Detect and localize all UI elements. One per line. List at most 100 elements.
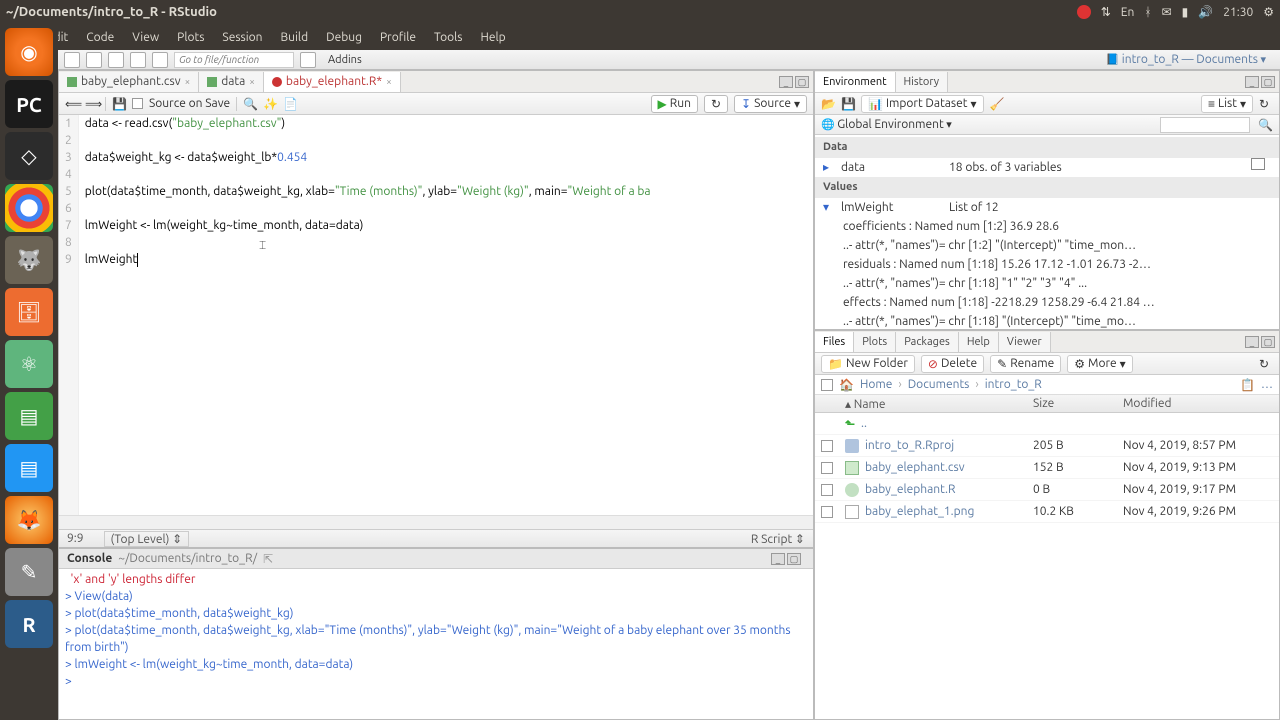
select-all-checkbox[interactable] — [821, 379, 833, 391]
forward-icon[interactable]: ⟹ — [85, 97, 99, 111]
env-content[interactable]: Data▸data18 obs. of 3 variablesValues▾lm… — [815, 135, 1279, 329]
file-up[interactable]: ⬑ .. — [815, 413, 1279, 435]
tab-files[interactable]: Files — [815, 332, 854, 352]
run-button[interactable]: ▶Run — [651, 95, 698, 113]
save-all-button[interactable] — [130, 52, 146, 68]
grid-button[interactable] — [300, 52, 316, 68]
open-file-button[interactable] — [86, 52, 102, 68]
console-popout-icon[interactable]: ⇱ — [263, 552, 273, 566]
refresh-files-icon[interactable]: ↻ — [1259, 357, 1273, 371]
file-checkbox[interactable] — [821, 440, 833, 452]
tab-help[interactable]: Help — [959, 332, 999, 352]
gimp-icon[interactable]: 🐺 — [5, 236, 53, 284]
bluetooth-icon[interactable]: ᚼ — [1144, 6, 1151, 19]
minimize-pane-button[interactable]: _ — [779, 76, 793, 88]
gear-icon[interactable]: ⚙ — [1263, 5, 1274, 19]
more-button[interactable]: ⚙ More ▾ — [1067, 355, 1132, 373]
project-menu[interactable]: 📘 intro_to_R — Documents ▾ — [1106, 53, 1274, 66]
lang-indicator[interactable]: En — [1121, 6, 1135, 19]
rerun-button[interactable]: ↻ — [704, 95, 728, 113]
console-body[interactable]: 'x' and 'y' lengths differ > View(data) … — [59, 569, 813, 719]
tab-environment[interactable]: Environment — [815, 72, 896, 92]
menu-help[interactable]: Help — [480, 31, 505, 44]
back-icon[interactable]: ⟸ — [65, 97, 79, 111]
mail-icon[interactable]: ✉ — [1162, 5, 1172, 19]
scope-selector[interactable]: 🌐 Global Environment ▾ — [821, 118, 952, 131]
maximize-pane-button[interactable]: ▢ — [1261, 76, 1275, 88]
menu-code[interactable]: Code — [86, 31, 114, 44]
save-button[interactable] — [108, 52, 124, 68]
maximize-pane-button[interactable]: ▢ — [795, 76, 809, 88]
firefox-icon[interactable]: 🦊 — [5, 496, 53, 544]
menu-session[interactable]: Session — [222, 31, 262, 44]
close-icon[interactable]: × — [386, 76, 392, 87]
source-on-save-checkbox[interactable] — [132, 98, 143, 109]
writer-icon[interactable]: ▤ — [5, 444, 53, 492]
save-env-icon[interactable]: 💾 — [841, 97, 855, 111]
tab-baby-elephant-csv[interactable]: baby_elephant.csv× — [59, 72, 199, 92]
ubuntu-dash-icon[interactable]: ◉ — [5, 28, 53, 76]
crumb-intro-to-r[interactable]: intro_to_R — [985, 378, 1042, 391]
goto-input[interactable] — [174, 52, 294, 68]
new-file-button[interactable] — [64, 52, 80, 68]
code-editor[interactable]: 123456789 data <- read.csv("baby_elephan… — [59, 115, 813, 515]
inkscape-icon[interactable]: ◇ — [5, 132, 53, 180]
menu-plots[interactable]: Plots — [177, 31, 204, 44]
find-icon[interactable]: 🔍 — [243, 97, 257, 111]
tab-baby-elephant-r[interactable]: baby_elephant.R*× — [264, 72, 401, 92]
gedit-icon[interactable]: ✎ — [5, 548, 53, 596]
file-row[interactable]: baby_elephant.csv152 BNov 4, 2019, 9:13 … — [815, 457, 1279, 479]
crumb-home[interactable]: Home — [860, 378, 892, 391]
atom-icon[interactable]: ⚛ — [5, 340, 53, 388]
file-row[interactable]: intro_to_R.Rproj205 BNov 4, 2019, 8:57 P… — [815, 435, 1279, 457]
compile-icon[interactable]: 📄 — [283, 97, 297, 111]
chrome-icon[interactable] — [5, 184, 53, 232]
tab-history[interactable]: History — [896, 72, 949, 92]
battery-icon[interactable]: ▮ — [1182, 5, 1189, 19]
file-row[interactable]: baby_elephant.R0 BNov 4, 2019, 9:17 PM — [815, 479, 1279, 501]
minimize-pane-button[interactable]: _ — [1245, 336, 1259, 348]
file-type-selector[interactable]: R Script ⇕ — [751, 532, 805, 546]
file-row[interactable]: baby_elephat_1.png10.2 KBNov 4, 2019, 9:… — [815, 501, 1279, 523]
source-button[interactable]: ↧Source ▾ — [734, 95, 807, 113]
clock[interactable]: 21:30 — [1223, 6, 1253, 19]
file-checkbox[interactable] — [821, 506, 833, 518]
tab-viewer[interactable]: Viewer — [999, 332, 1051, 352]
new-folder-button[interactable]: 📁 New Folder — [821, 355, 915, 373]
addins-menu[interactable]: Addins — [322, 52, 368, 68]
goto-project-icon[interactable]: 📋 — [1240, 378, 1255, 392]
code-body[interactable]: data <- read.csv("baby_elephant.csv") da… — [79, 115, 813, 515]
wand-icon[interactable]: ✨ — [263, 97, 277, 111]
tab-packages[interactable]: Packages — [896, 332, 959, 352]
list-view-selector[interactable]: ≡ List ▾ — [1201, 95, 1253, 113]
print-button[interactable] — [152, 52, 168, 68]
scope-selector[interactable]: (Top Level) ⇕ — [104, 531, 190, 547]
env-search-input[interactable] — [1160, 117, 1250, 133]
file-checkbox[interactable] — [821, 462, 833, 474]
menu-profile[interactable]: Profile — [380, 31, 416, 44]
minimize-pane-button[interactable]: _ — [1245, 76, 1259, 88]
rename-button[interactable]: ✎ Rename — [990, 355, 1061, 373]
minimize-pane-button[interactable]: _ — [771, 553, 785, 565]
menu-view[interactable]: View — [132, 31, 159, 44]
refresh-icon[interactable]: ↻ — [1259, 97, 1273, 111]
close-icon[interactable]: × — [185, 76, 191, 87]
pycharm-icon[interactable]: PC — [5, 80, 53, 128]
home-icon[interactable]: 🏠 — [839, 378, 854, 392]
crumb-documents[interactable]: Documents — [908, 378, 970, 391]
delete-button[interactable]: ⊘ Delete — [921, 355, 984, 373]
close-icon[interactable]: × — [249, 76, 255, 87]
more-files-icon[interactable]: … — [1261, 378, 1273, 391]
rstudio-icon[interactable]: R — [5, 600, 53, 648]
menu-tools[interactable]: Tools — [434, 31, 463, 44]
tab-plots[interactable]: Plots — [854, 332, 896, 352]
menu-build[interactable]: Build — [281, 31, 309, 44]
calc-icon[interactable]: ▤ — [5, 392, 53, 440]
record-icon[interactable] — [1077, 5, 1091, 19]
wifi-icon[interactable]: ⇅ — [1101, 5, 1111, 19]
horizontal-scrollbar[interactable] — [59, 515, 813, 529]
menu-debug[interactable]: Debug — [326, 31, 362, 44]
save-icon[interactable]: 💾 — [112, 97, 126, 111]
load-icon[interactable]: 📂 — [821, 97, 835, 111]
clear-env-icon[interactable]: 🧹 — [990, 97, 1004, 111]
